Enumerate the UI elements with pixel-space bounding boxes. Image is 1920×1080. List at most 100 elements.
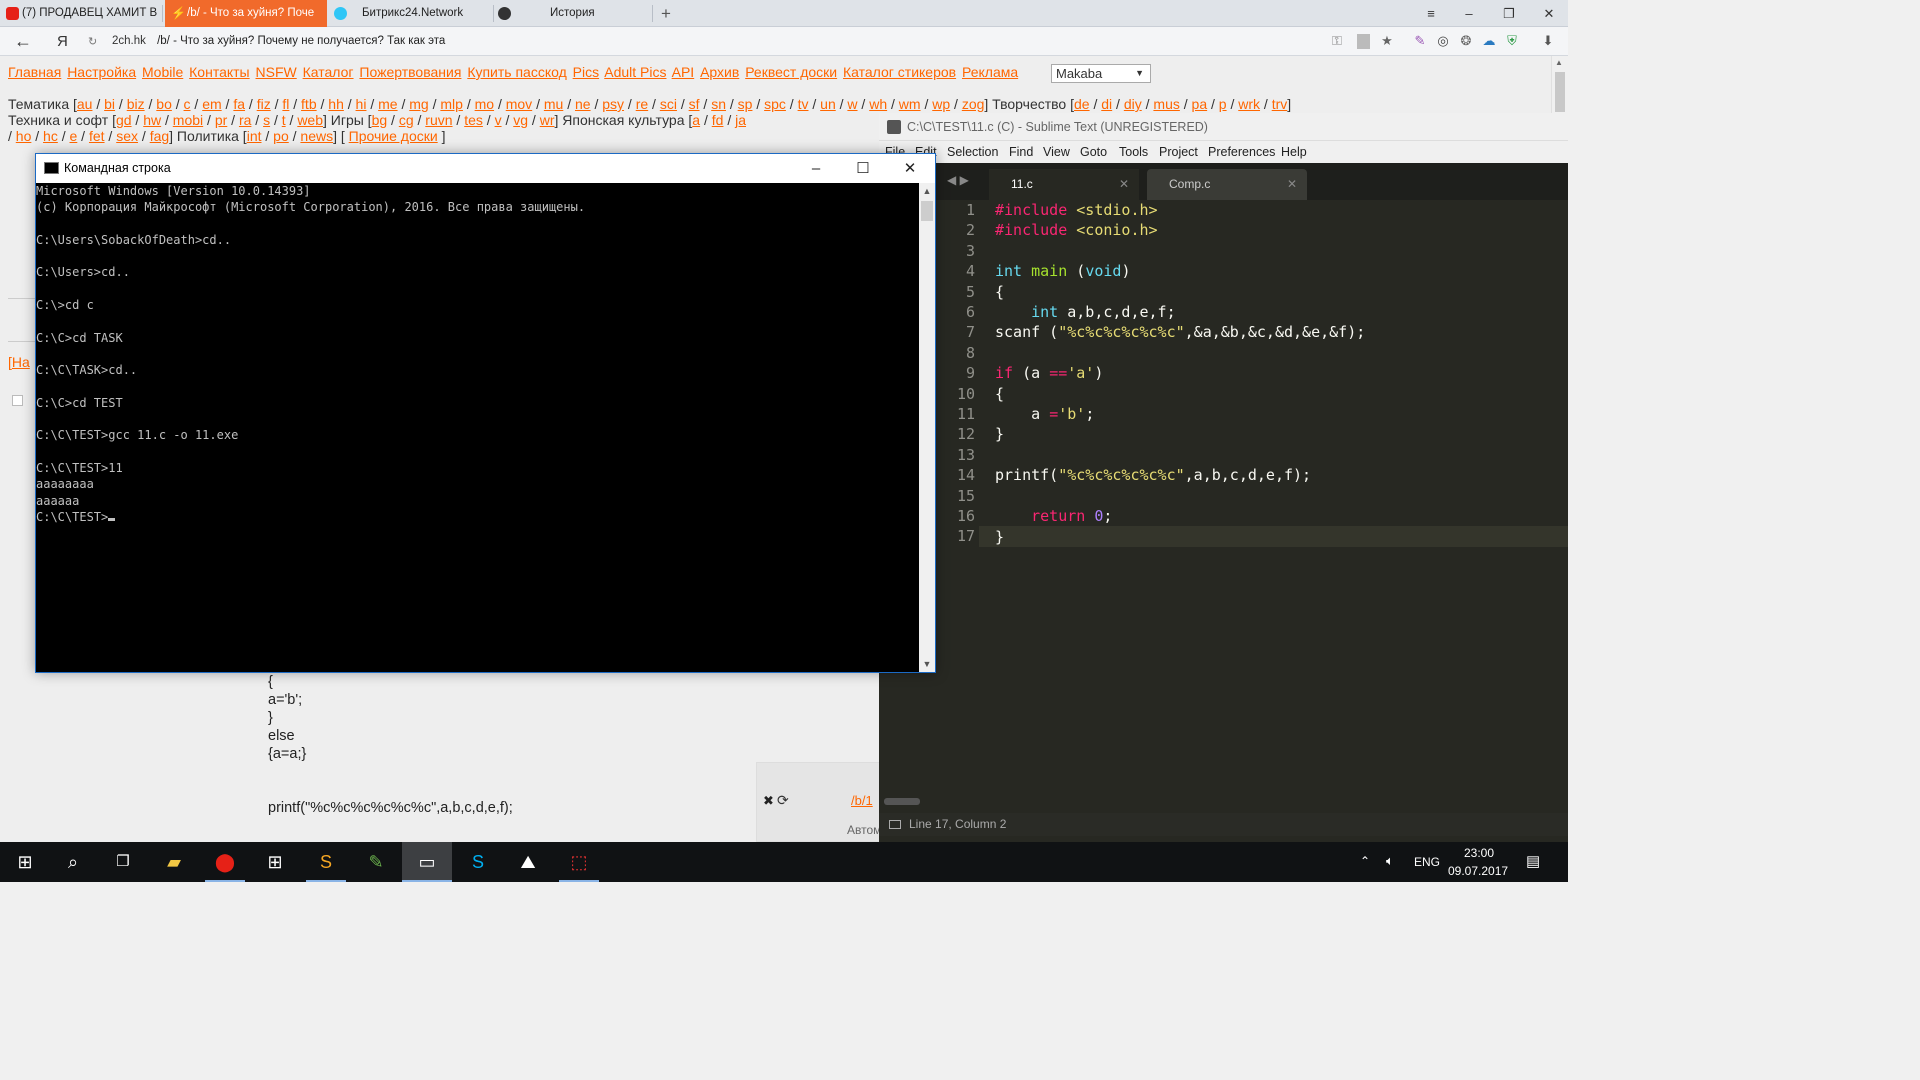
- board-link-fag[interactable]: fag: [150, 128, 169, 144]
- horizontal-scrollbar[interactable]: [879, 793, 939, 811]
- board-link-mobi[interactable]: mobi: [173, 112, 203, 128]
- chevron-up-icon[interactable]: ⌃: [1360, 854, 1370, 868]
- translate-icon[interactable]: ❂: [1458, 33, 1474, 49]
- cloud-icon[interactable]: ☁: [1481, 33, 1497, 49]
- board-link-w[interactable]: w: [847, 96, 857, 112]
- board-link-sci[interactable]: sci: [660, 96, 677, 112]
- board-link-un[interactable]: un: [820, 96, 836, 112]
- menu-project[interactable]: Project: [1159, 141, 1198, 163]
- new-tab-button[interactable]: +: [647, 0, 685, 27]
- maximize-button[interactable]: ☐: [840, 154, 886, 183]
- menu-icon[interactable]: ≡: [1412, 0, 1450, 27]
- board-link-sf[interactable]: sf: [689, 96, 700, 112]
- pdf-icon[interactable]: ⬚: [554, 842, 604, 882]
- yandex-icon[interactable]: Я: [57, 27, 68, 56]
- menu-link[interactable]: Купить пасскод: [467, 64, 566, 80]
- board-link-spc[interactable]: spc: [764, 96, 786, 112]
- menu-goto[interactable]: Goto: [1080, 141, 1107, 163]
- board-link-c[interactable]: c: [184, 96, 191, 112]
- board-link-fd[interactable]: fd: [712, 112, 724, 128]
- board-link-tes[interactable]: tes: [464, 112, 483, 128]
- board-link-vg[interactable]: vg: [513, 112, 528, 128]
- file-explorer-icon[interactable]: ▰: [149, 842, 199, 882]
- menu-link[interactable]: Настройка: [67, 64, 136, 80]
- minimize-button[interactable]: –: [1450, 0, 1488, 27]
- menu-link[interactable]: Реквест доски: [745, 64, 837, 80]
- restore-button[interactable]: ❐: [1490, 0, 1528, 27]
- board-link-hw[interactable]: hw: [143, 112, 161, 128]
- board-link-mo[interactable]: mo: [475, 96, 494, 112]
- board-link-p[interactable]: p: [1219, 96, 1227, 112]
- tab-history[interactable]: История: [496, 0, 651, 27]
- scroll-up-icon[interactable]: ▲: [1555, 58, 1563, 67]
- board-link-wp[interactable]: wp: [932, 96, 950, 112]
- board-link-psy[interactable]: psy: [602, 96, 624, 112]
- board-link-re[interactable]: re: [636, 96, 648, 112]
- menu-link[interactable]: Реклама: [962, 64, 1018, 80]
- left-fragment-link[interactable]: На: [12, 354, 30, 370]
- board-link-ruvn[interactable]: ruvn: [425, 112, 452, 128]
- clock-date[interactable]: 09.07.2017: [1448, 864, 1508, 878]
- board-link-de[interactable]: de: [1074, 96, 1090, 112]
- board-link-int[interactable]: int: [247, 128, 262, 144]
- search-icon[interactable]: ⌕: [48, 842, 98, 882]
- menu-help[interactable]: Help: [1281, 141, 1307, 163]
- menu-link[interactable]: Adult Pics: [604, 64, 666, 80]
- tab-11c[interactable]: 11.c ✕: [989, 169, 1139, 200]
- tab-bitrix[interactable]: Битрикс24.Network: [332, 0, 492, 27]
- chevron-down-icon[interactable]: ▼: [919, 656, 935, 672]
- board-link-fa[interactable]: fa: [233, 96, 245, 112]
- board-link-news[interactable]: news: [300, 128, 333, 144]
- reply-link[interactable]: /b/1: [851, 793, 873, 808]
- close-button[interactable]: ✕: [1530, 0, 1568, 27]
- board-link-pr[interactable]: pr: [215, 112, 227, 128]
- menu-link[interactable]: Каталог стикеров: [843, 64, 956, 80]
- board-link-hi[interactable]: hi: [356, 96, 367, 112]
- cmd-taskbar-icon[interactable]: ▭: [402, 842, 452, 882]
- tab-compc[interactable]: Comp.c ✕: [1147, 169, 1307, 200]
- panel-icon[interactable]: [889, 820, 901, 829]
- reader-icon[interactable]: [1357, 34, 1370, 49]
- photos-icon[interactable]: ⛰: [503, 842, 553, 882]
- menu-link[interactable]: Главная: [8, 64, 61, 80]
- board-link-cg[interactable]: cg: [399, 112, 414, 128]
- board-link-mg[interactable]: mg: [409, 96, 428, 112]
- board-link-ja[interactable]: ja: [735, 112, 746, 128]
- url-field[interactable]: 2ch.hk /b/ - Что за хуйня? Почему не пол…: [84, 31, 1404, 52]
- board-link-ne[interactable]: ne: [575, 96, 591, 112]
- notifications-icon[interactable]: ▤: [1526, 852, 1540, 870]
- cmd-console[interactable]: Microsoft Windows [Version 10.0.14393] (c…: [36, 183, 919, 672]
- back-arrow-icon[interactable]: ←: [14, 27, 32, 56]
- board-link-biz[interactable]: biz: [127, 96, 145, 112]
- windows-start-icon[interactable]: ⊞: [0, 842, 50, 882]
- board-link-sex[interactable]: sex: [116, 128, 138, 144]
- scrollbar-thumb[interactable]: [921, 201, 933, 221]
- board-link-di[interactable]: di: [1101, 96, 1112, 112]
- menu-link[interactable]: Архив: [700, 64, 739, 80]
- board-link-ra[interactable]: ra: [239, 112, 251, 128]
- board-link-au[interactable]: au: [77, 96, 93, 112]
- board-link-mu[interactable]: mu: [544, 96, 563, 112]
- close-icon[interactable]: ✕: [1287, 169, 1297, 200]
- board-link-em[interactable]: em: [202, 96, 221, 112]
- board-link-tv[interactable]: tv: [798, 96, 809, 112]
- board-link-wrk[interactable]: wrk: [1238, 96, 1260, 112]
- menu-find[interactable]: Find: [1009, 141, 1033, 163]
- menu-tools[interactable]: Tools: [1119, 141, 1148, 163]
- board-link-mov[interactable]: mov: [506, 96, 532, 112]
- pen-icon[interactable]: ✎: [1412, 33, 1428, 49]
- board-link-fiz[interactable]: fiz: [257, 96, 271, 112]
- board-link-sn[interactable]: sn: [711, 96, 726, 112]
- menu-link[interactable]: Контакты: [189, 64, 249, 80]
- board-link-ftb[interactable]: ftb: [301, 96, 317, 112]
- board-link-bg[interactable]: bg: [372, 112, 388, 128]
- menu-selection[interactable]: Selection: [947, 141, 998, 163]
- store-icon[interactable]: ⊞: [250, 842, 300, 882]
- download-icon[interactable]: ⬇: [1540, 33, 1556, 49]
- board-link-sp[interactable]: sp: [738, 96, 753, 112]
- clock-time[interactable]: 23:00: [1464, 846, 1494, 860]
- post-checkbox[interactable]: [12, 395, 23, 406]
- board-link-po[interactable]: po: [273, 128, 289, 144]
- task-view-icon[interactable]: ❐: [98, 842, 148, 882]
- board-link-pa[interactable]: pa: [1192, 96, 1208, 112]
